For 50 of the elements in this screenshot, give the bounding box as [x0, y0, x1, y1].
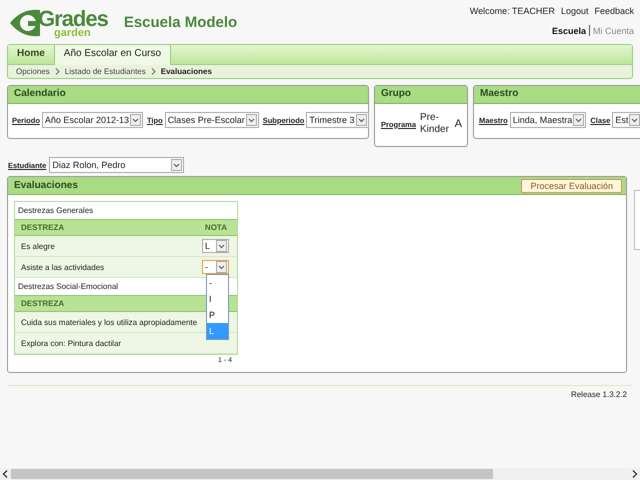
chevron-icon [150, 68, 156, 75]
panel-title: Evaluaciones [14, 180, 78, 191]
table-cell: Cuida sus materiales y los utiliza apropiadamente [21, 318, 198, 326]
breadcrumb-link[interactable]: Evaluaciones [160, 67, 212, 76]
header-link[interactable]: Logout [560, 6, 588, 16]
breadcrumb-link[interactable]: Opciones [16, 67, 50, 76]
caret-icon [171, 159, 182, 171]
select-field[interactable]: Trimestre 3 [306, 112, 369, 128]
caret-icon [573, 114, 584, 126]
grade-select[interactable]: - [202, 260, 229, 274]
caret-icon [246, 114, 257, 126]
column-header: DESTREZA [21, 299, 64, 308]
breadcrumb-link[interactable]: Listado de Estudiantes [64, 67, 146, 76]
column-header: DESTREZA [21, 223, 64, 232]
scroll-right-icon [632, 470, 638, 478]
process-button[interactable]: Procesar Evaluación [521, 178, 622, 192]
caret-icon [356, 114, 367, 126]
caret-icon [216, 240, 227, 252]
caret-icon [216, 261, 227, 273]
dropdown-option[interactable]: - [207, 275, 228, 291]
panel-title: Grupo [381, 88, 411, 99]
logo-wordmark: Grades [38, 8, 108, 30]
column-header: NOTA [204, 223, 227, 232]
panel-title: Maestro [480, 88, 518, 99]
school-name: Escuela Modelo [124, 14, 238, 31]
select-field[interactable]: Diaz Rolon, Pedro [49, 157, 184, 173]
select-field[interactable]: Clases Pre-Escolar [164, 112, 259, 128]
select-field[interactable]: Est [612, 112, 640, 128]
grade-select[interactable]: L [202, 239, 229, 253]
group-value: A [454, 118, 462, 130]
panel-title: Calendario [14, 88, 66, 99]
nav-tab[interactable]: Año Escolar en Curso [54, 45, 172, 65]
nav-tab[interactable]: Home [8, 45, 54, 64]
dropdown-option[interactable]: P [207, 307, 228, 323]
dropdown-option[interactable]: I [207, 291, 228, 307]
caret-icon [629, 114, 640, 126]
caret-icon [130, 114, 141, 126]
chevron-icon [54, 68, 60, 75]
table-cell: Es alegre [21, 242, 55, 250]
logo-tagline: garden [54, 28, 92, 38]
select-field[interactable]: Linda, Maestra [510, 112, 586, 128]
header-link[interactable]: Feedback [594, 6, 634, 16]
table-cell: Asiste a las actividades [21, 262, 104, 272]
program-value: Pre-Kinder [420, 112, 450, 136]
release-text: Release 1.3.2.2 [570, 390, 627, 399]
select-field[interactable]: Año Escolar 2012-13 [42, 112, 143, 128]
scroll-left-icon [2, 470, 8, 478]
table-cell: Explora con: Pintura dactilar [21, 338, 122, 348]
welcome-text: Welcome: TEACHER [470, 6, 555, 16]
context-link[interactable]: Escuela [552, 26, 586, 36]
